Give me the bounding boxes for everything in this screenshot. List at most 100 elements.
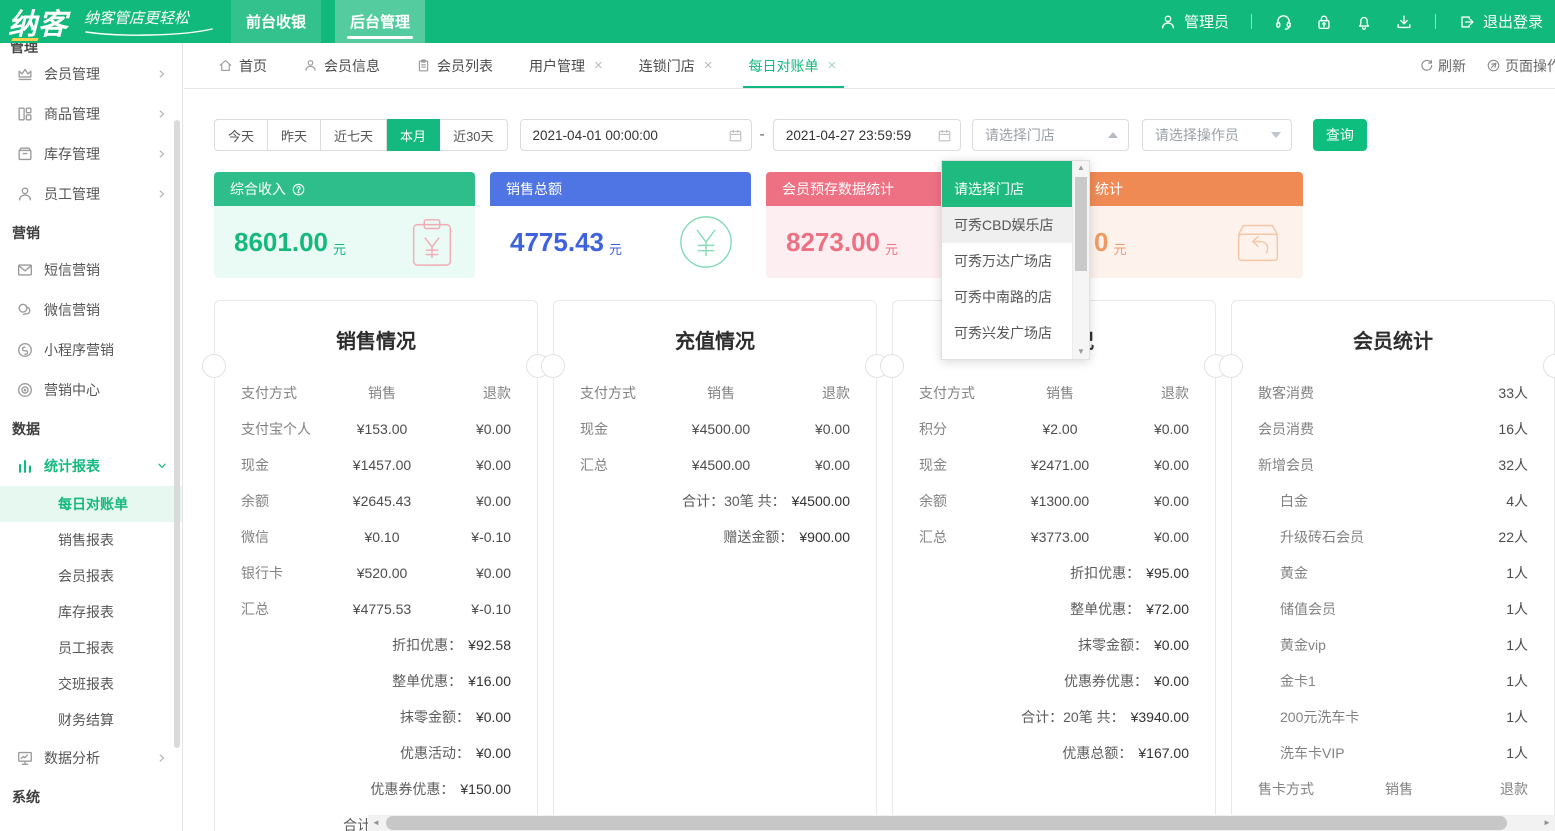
card-total-sales: 销售总额 4775.43 元 xyxy=(490,172,751,278)
page-content: 今天 昨天 近七天 本月 近30天 2021-04-01 00:00:00 - … xyxy=(184,119,1555,831)
sidebar-item-reports[interactable]: 统计报表 xyxy=(0,446,182,486)
sidebar-item-goods[interactable]: 商品管理 xyxy=(0,94,182,134)
sidebar-item-marketing-center[interactable]: 营销中心 xyxy=(0,370,182,410)
brand-logo: 纳客 xyxy=(8,1,68,43)
wechat-icon xyxy=(16,301,34,319)
table-row: 汇总¥4500.00¥0.00 xyxy=(554,447,876,483)
monitor-icon xyxy=(16,749,34,767)
notch-decoration xyxy=(1219,354,1243,378)
envelope-icon xyxy=(16,261,34,279)
sidebar-subitem-shift-report[interactable]: 交班报表 xyxy=(0,666,182,702)
tab-user-management[interactable]: 用户管理 xyxy=(529,43,603,88)
operator-select[interactable]: 请选择操作员 xyxy=(1142,119,1292,151)
card-title: 会员预存数据统计 xyxy=(782,179,894,199)
top-right-actions: 管理员 退出登录 xyxy=(1159,11,1543,32)
stat-row: 会员消费16人 xyxy=(1232,411,1554,447)
nav-backoffice[interactable]: 后台管理 xyxy=(335,0,425,43)
tagline-swoosh-icon xyxy=(84,28,214,36)
sidebar-subitem-staff-report[interactable]: 员工报表 xyxy=(0,630,182,666)
table-header-row: 支付方式销售退款 xyxy=(554,375,876,411)
panel-title: 销售情况 xyxy=(215,325,537,359)
arrow-down-icon xyxy=(1271,132,1281,138)
summary-row: 赠送金额：¥900.00 xyxy=(554,519,876,555)
tab-daily-statement[interactable]: 每日对账单 xyxy=(749,43,837,88)
close-icon[interactable] xyxy=(704,58,713,73)
range-yesterday-button[interactable]: 昨天 xyxy=(268,119,321,151)
summary-row: 合计：20笔 共：¥3940.00 xyxy=(893,699,1215,735)
circle-yen-icon xyxy=(677,213,735,271)
sidebar-item-members[interactable]: 会员管理 xyxy=(0,54,182,94)
dropdown-option-store[interactable]: 可秀兴发广场店 xyxy=(942,315,1072,351)
range-last7days-button[interactable]: 近七天 xyxy=(321,119,387,151)
tab-member-list[interactable]: 会员列表 xyxy=(416,43,493,88)
home-icon xyxy=(218,58,233,73)
search-button[interactable]: 查询 xyxy=(1313,119,1367,151)
logout-button[interactable]: 退出登录 xyxy=(1458,11,1543,32)
sidebar-item-cut[interactable]: 管理 xyxy=(0,43,182,54)
dropdown-option-store[interactable]: 可秀万达广场店 xyxy=(942,243,1072,279)
sidebar-subitem-daily-statement[interactable]: 每日对账单 xyxy=(0,486,182,522)
sidebar-item-inventory[interactable]: 库存管理 xyxy=(0,134,182,174)
page-operations-button[interactable]: 页面操作 xyxy=(1486,56,1555,76)
dropdown-scrollbar-thumb[interactable] xyxy=(1075,177,1087,271)
dropdown-option-store[interactable]: 可秀CBD娱乐店 xyxy=(942,207,1072,243)
sidebar-item-staff[interactable]: 员工管理 xyxy=(0,174,182,214)
sidebar-item-sms-marketing[interactable]: 短信营销 xyxy=(0,250,182,290)
filter-bar: 今天 昨天 近七天 本月 近30天 2021-04-01 00:00:00 - … xyxy=(214,119,1555,151)
refresh-icon xyxy=(1419,58,1434,73)
sidebar-item-miniprogram-marketing[interactable]: 小程序营销 xyxy=(0,330,182,370)
nav-front-cashier[interactable]: 前台收银 xyxy=(231,0,321,43)
calendar-icon xyxy=(937,128,952,143)
date-from-input[interactable]: 2021-04-01 00:00:00 xyxy=(520,119,752,151)
sidebar-subitem-member-report[interactable]: 会员报表 xyxy=(0,558,182,594)
clipboard-yen-icon xyxy=(405,214,459,270)
member-stats-table: 散客消费33人 会员消费16人 新增会员32人 白金4人 升级砖石会员22人 黄… xyxy=(1232,375,1554,831)
horizontal-scrollbar[interactable] xyxy=(368,815,1555,831)
download-icon[interactable] xyxy=(1395,13,1413,31)
dropdown-scrollbar[interactable] xyxy=(1072,161,1089,359)
sidebar-item-data-analysis[interactable]: 数据分析 xyxy=(0,738,182,778)
lock-icon[interactable] xyxy=(1315,13,1333,31)
tab-actions: 刷新 页面操作 xyxy=(1419,56,1555,76)
range-thismonth-button[interactable]: 本月 xyxy=(387,119,440,151)
dropdown-option-placeholder[interactable]: 请选择门店 xyxy=(942,161,1072,207)
range-last30days-button[interactable]: 近30天 xyxy=(440,119,507,151)
refresh-button[interactable]: 刷新 xyxy=(1419,56,1466,76)
scroll-down-arrow-icon[interactable] xyxy=(1073,345,1089,359)
sidebar-subitem-finance-settlement[interactable]: 财务结算 xyxy=(0,702,182,738)
person-icon xyxy=(16,185,34,203)
tab-member-info[interactable]: 会员信息 xyxy=(303,43,380,88)
scroll-up-arrow-icon[interactable] xyxy=(1073,161,1089,175)
scroll-right-arrow-icon[interactable] xyxy=(1539,815,1555,831)
stat-row: 洗车卡VIP1人 xyxy=(1232,735,1554,771)
panel-title: 充值情况 xyxy=(554,325,876,359)
headset-icon[interactable] xyxy=(1274,12,1293,31)
table-row: 支付宝个人¥153.00¥0.00 xyxy=(215,411,537,447)
stat-row: 黄金1人 xyxy=(1232,555,1554,591)
scroll-left-arrow-icon[interactable] xyxy=(368,815,384,831)
range-today-button[interactable]: 今天 xyxy=(214,119,268,151)
sidebar-subitem-inventory-report[interactable]: 库存报表 xyxy=(0,594,182,630)
close-icon[interactable] xyxy=(828,58,837,73)
sidebar-item-wechat-marketing[interactable]: 微信营销 xyxy=(0,290,182,330)
bell-icon[interactable] xyxy=(1355,13,1373,31)
stat-row: 黄金vip1人 xyxy=(1232,627,1554,663)
table-row: 积分¥2.00¥0.00 xyxy=(893,411,1215,447)
report-panels: 销售情况 支付方式销售退款 支付宝个人¥153.00¥0.00 现金¥1457.… xyxy=(214,300,1555,831)
notch-decoration xyxy=(541,354,565,378)
chevron-right-icon xyxy=(156,68,168,80)
help-icon[interactable] xyxy=(291,182,306,197)
sidebar-subitem-sales-report[interactable]: 销售报表 xyxy=(0,522,182,558)
sidebar-scrollbar[interactable] xyxy=(174,120,180,748)
sidebar-section-marketing: 营销 xyxy=(0,214,182,250)
dropdown-option-store[interactable]: 可秀中南路的店 xyxy=(942,279,1072,315)
close-icon[interactable] xyxy=(594,58,603,73)
sales-table: 支付方式销售退款 支付宝个人¥153.00¥0.00 现金¥1457.00¥0.… xyxy=(215,375,537,831)
horizontal-scrollbar-thumb[interactable] xyxy=(386,816,1507,830)
store-select[interactable]: 请选择门店 xyxy=(972,119,1129,151)
tab-chain-stores[interactable]: 连锁门店 xyxy=(639,43,713,88)
sidebar-section-data: 数据 xyxy=(0,410,182,446)
tab-home[interactable]: 首页 xyxy=(218,43,267,88)
current-user[interactable]: 管理员 xyxy=(1159,11,1229,32)
date-to-input[interactable]: 2021-04-27 23:59:59 xyxy=(773,119,961,151)
